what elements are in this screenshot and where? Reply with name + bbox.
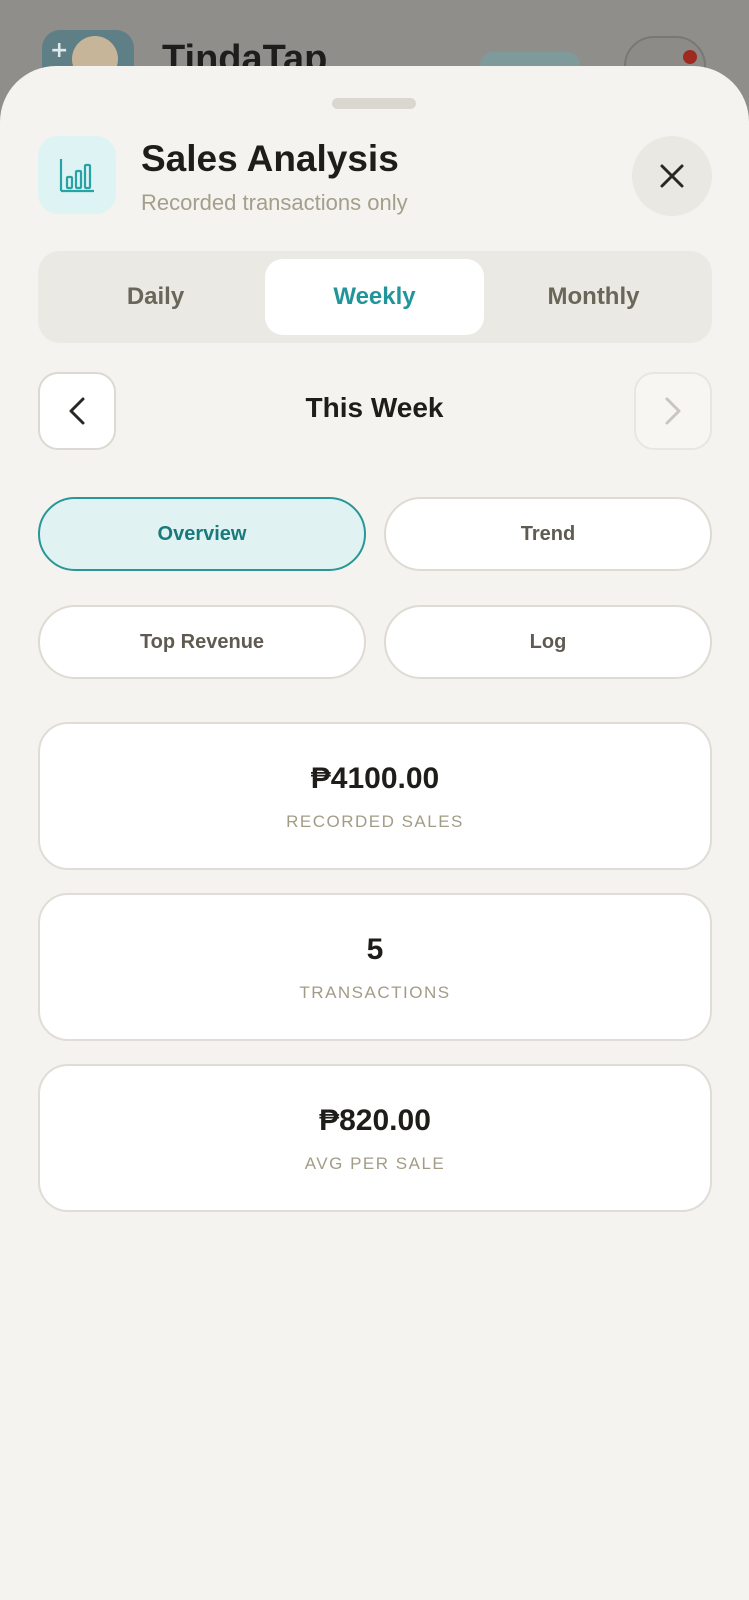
next-period-button[interactable] (634, 372, 712, 450)
tab-overview[interactable]: Overview (38, 497, 366, 571)
tab-monthly[interactable]: Monthly (484, 259, 703, 335)
period-segmented-control: Daily Weekly Monthly (38, 251, 712, 343)
bar-chart-icon (38, 136, 116, 214)
avg-per-sale-card: ₱820.00 AVG PER SALE (38, 1064, 712, 1212)
close-icon (660, 164, 684, 188)
notification-dot (683, 50, 697, 64)
drag-handle[interactable] (332, 98, 416, 109)
plus-icon: + (50, 38, 69, 63)
transactions-value: 5 (366, 933, 384, 966)
chevron-right-icon (665, 397, 681, 425)
sheet-title: Sales Analysis (141, 138, 399, 179)
tab-weekly[interactable]: Weekly (265, 259, 484, 335)
sales-analysis-sheet: Sales Analysis Recorded transactions onl… (0, 66, 749, 1600)
period-label: This Week (305, 392, 444, 423)
tab-trend[interactable]: Trend (384, 497, 712, 571)
previous-period-button[interactable] (38, 372, 116, 450)
tab-log[interactable]: Log (384, 605, 712, 679)
tab-daily[interactable]: Daily (46, 259, 265, 335)
recorded-sales-card: ₱4100.00 RECORDED SALES (38, 722, 712, 870)
avg-per-sale-value: ₱820.00 (319, 1104, 431, 1137)
chevron-left-icon (69, 397, 85, 425)
close-button[interactable] (632, 136, 712, 216)
recorded-sales-value: ₱4100.00 (310, 762, 440, 795)
sheet-subtitle: Recorded transactions only (141, 190, 408, 215)
transactions-label: TRANSACTIONS (299, 983, 451, 1002)
avg-per-sale-label: AVG PER SALE (304, 1154, 446, 1173)
transactions-card: 5 TRANSACTIONS (38, 893, 712, 1041)
tab-top-revenue[interactable]: Top Revenue (38, 605, 366, 679)
recorded-sales-label: RECORDED SALES (286, 812, 464, 831)
